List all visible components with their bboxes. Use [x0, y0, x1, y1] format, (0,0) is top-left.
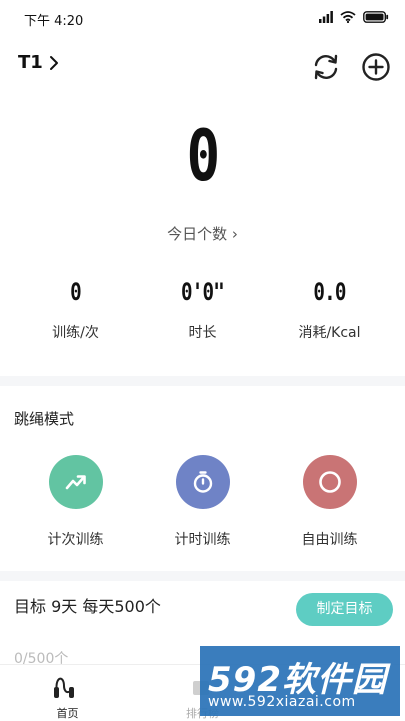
- section-divider: [0, 376, 405, 386]
- device-name: T1: [18, 52, 43, 73]
- header: T1: [0, 46, 405, 86]
- tab-home[interactable]: 首页: [0, 665, 135, 721]
- mode-count-training[interactable]: 计次训练: [8, 455, 143, 549]
- status-bar: 下午 4:20: [0, 0, 405, 36]
- stopwatch-icon: [193, 471, 212, 493]
- today-count: 0: [186, 115, 220, 197]
- stat-duration: 0'0" 时长: [135, 278, 270, 342]
- jump-rope-icon: [54, 677, 74, 698]
- mode-icon-circle: [302, 455, 357, 509]
- stat-calories: 0.0 消耗/Kcal: [262, 278, 397, 342]
- section-title: 跳绳模式: [14, 410, 75, 428]
- stat-label: 消耗/Kcal: [298, 325, 361, 341]
- stat-value: 0'0": [180, 278, 225, 306]
- chevron-right-icon: [49, 55, 58, 70]
- stat-value: 0.0: [313, 278, 346, 306]
- stats-row: 0 训练/次 0'0" 时长 0.0 消耗/Kcal: [0, 278, 405, 348]
- goal-text: 目标 9天 每天500个: [14, 597, 161, 616]
- set-goal-button[interactable]: 制定目标: [296, 593, 393, 626]
- stat-label: 时长: [188, 325, 217, 341]
- stat-label: 训练/次: [52, 325, 99, 341]
- today-count-link[interactable]: 今日个数 ›: [0, 223, 405, 244]
- sync-icon: [314, 54, 338, 80]
- status-icons: [319, 11, 389, 23]
- add-button[interactable]: [360, 51, 392, 83]
- section-divider: [0, 571, 405, 581]
- watermark-logo: 592软件园 www.592xiazai.com: [200, 646, 400, 716]
- device-selector-button[interactable]: T1: [18, 52, 59, 73]
- wifi-icon: [340, 11, 356, 23]
- stat-sessions: 0 训练/次: [8, 278, 143, 342]
- battery-icon: [363, 11, 389, 23]
- mode-time-training[interactable]: 计时训练: [135, 455, 270, 549]
- stat-value: 0: [70, 278, 82, 306]
- mode-label: 自由训练: [301, 532, 358, 548]
- status-time: 下午 4:20: [24, 14, 84, 29]
- mode-icon-circle: [48, 455, 103, 509]
- sync-button[interactable]: [310, 51, 342, 83]
- watermark-url: www.592xiazai.com: [208, 694, 356, 710]
- trend-up-icon: [65, 475, 86, 490]
- plus-circle-icon: [362, 53, 390, 81]
- tab-label: 首页: [56, 707, 79, 720]
- circle-icon: [318, 471, 341, 493]
- mode-icon-circle: [175, 455, 230, 509]
- signal-icon: [319, 11, 333, 23]
- mode-label: 计次训练: [47, 532, 104, 548]
- mode-free-training[interactable]: 自由训练: [262, 455, 397, 549]
- mode-label: 计时训练: [174, 532, 231, 548]
